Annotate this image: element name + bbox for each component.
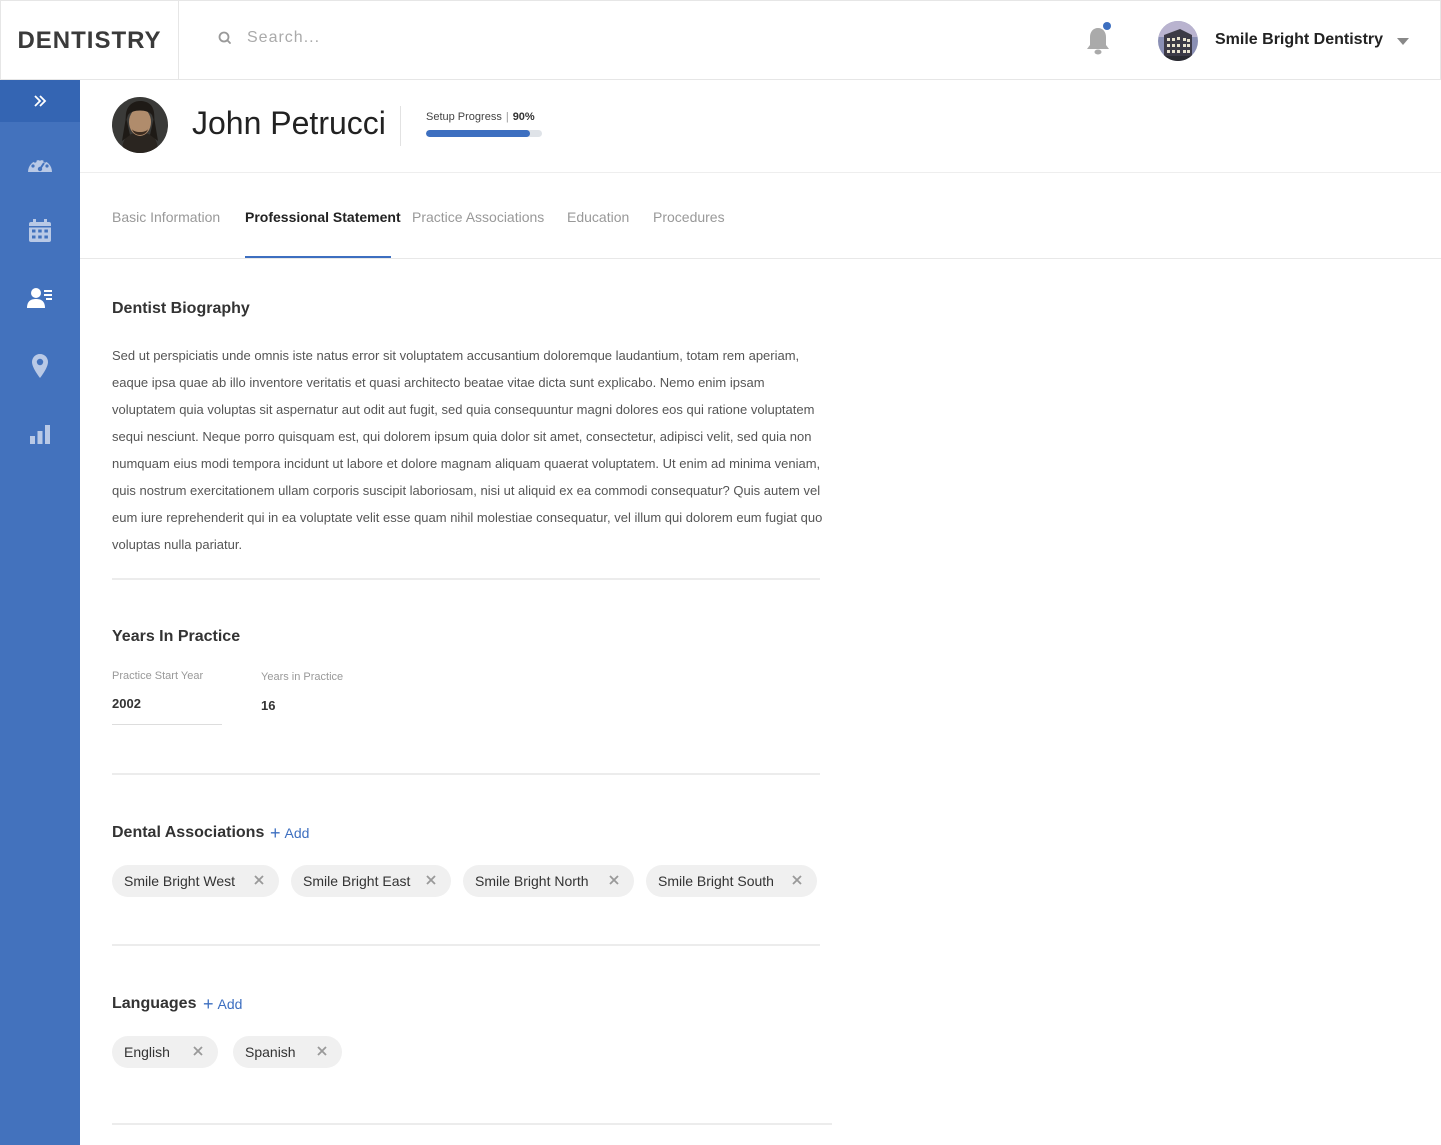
search-box[interactable] [217, 29, 547, 47]
tab-procedures[interactable]: Procedures [653, 209, 725, 225]
association-chip-label: Smile Bright North [475, 873, 589, 889]
association-chip: Smile Bright South [646, 865, 817, 897]
years-in-practice-title: Years In Practice [112, 628, 241, 645]
org-avatar[interactable] [1158, 21, 1198, 61]
association-chip: Smile Bright North [463, 865, 634, 897]
progress-separator: | [505, 111, 509, 123]
remove-icon[interactable] [253, 874, 265, 886]
profile-avatar[interactable] [112, 97, 168, 153]
location-pin-icon [32, 354, 48, 378]
association-chip-label: Smile Bright West [124, 873, 235, 889]
sidebar-item-reports[interactable] [26, 420, 54, 448]
sidebar-item-dentists[interactable] [26, 284, 54, 312]
sidebar-item-dashboard[interactable] [26, 150, 54, 178]
language-chip: English [112, 1036, 218, 1068]
sidebar-toggle-button[interactable] [0, 80, 80, 122]
setup-progress-label: Setup Progress | 90% [426, 111, 535, 123]
practice-start-year-label: Practice Start Year [112, 670, 204, 682]
progress-value: 90% [512, 111, 535, 123]
association-chip-label: Smile Bright South [658, 873, 774, 889]
chevron-down-icon[interactable] [1397, 38, 1409, 45]
section-divider [112, 944, 820, 946]
calendar-icon [29, 219, 51, 242]
languages-title: Languages [112, 995, 197, 1012]
association-chip: Smile Bright West [112, 865, 279, 897]
remove-icon[interactable] [425, 874, 437, 886]
remove-icon[interactable] [608, 874, 620, 886]
language-chip-label: Spanish [245, 1044, 296, 1060]
sidebar-item-locations[interactable] [26, 352, 54, 380]
double-chevron-right-icon [34, 95, 47, 107]
add-language-label: Add [217, 996, 243, 1012]
profile-photo [112, 97, 168, 153]
remove-icon[interactable] [316, 1045, 328, 1057]
tab-bar-divider [80, 258, 1441, 259]
search-icon [218, 31, 231, 44]
tab-education[interactable]: Education [567, 209, 629, 225]
logo[interactable]: DENTISTRY [1, 1, 179, 80]
practice-start-year-underline [112, 724, 222, 725]
language-chip-label: English [124, 1044, 170, 1060]
plus-icon: + [203, 994, 214, 1014]
years-in-practice-value: 16 [261, 698, 276, 713]
building-image [1158, 21, 1198, 61]
dental-associations-title: Dental Associations [112, 824, 265, 841]
progress-label-text: Setup Progress [426, 111, 502, 123]
search-input[interactable] [247, 29, 547, 47]
setup-progress-fill [426, 130, 531, 137]
org-name[interactable]: Smile Bright Dentistry [1215, 31, 1383, 49]
remove-icon[interactable] [791, 874, 803, 886]
language-chip: Spanish [233, 1036, 342, 1068]
tab-basic-information[interactable]: Basic Information [112, 209, 220, 225]
header-divider [400, 106, 401, 146]
add-association-label: Add [284, 825, 310, 841]
header-divider-line [80, 172, 1441, 173]
profile-name: John Petrucci [192, 105, 386, 141]
top-bar: DENTISTRY Smile Bright Dentistry [0, 0, 1441, 80]
association-chip: Smile Bright East [291, 865, 451, 897]
section-divider [112, 773, 820, 775]
years-in-practice-label: Years in Practice [261, 671, 344, 683]
setup-progress-bar [426, 130, 542, 137]
add-language-button[interactable]: + Add [203, 994, 243, 1014]
sidebar [0, 80, 80, 1145]
sidebar-item-calendar[interactable] [26, 217, 54, 245]
biography-text[interactable]: Sed ut perspiciatis unde omnis iste natu… [112, 342, 824, 558]
practice-start-year-field[interactable]: 2002 [112, 696, 141, 711]
section-divider [112, 578, 820, 580]
remove-icon[interactable] [192, 1045, 204, 1057]
plus-icon: + [270, 823, 281, 843]
user-list-icon [27, 288, 52, 308]
bar-chart-icon [30, 425, 50, 444]
logo-text: DENTISTRY [17, 26, 162, 54]
biography-title: Dentist Biography [112, 300, 250, 317]
tab-practice-associations[interactable]: Practice Associations [412, 209, 544, 225]
section-divider [112, 1123, 832, 1125]
notification-dot [1103, 22, 1111, 30]
association-chip-label: Smile Bright East [303, 873, 411, 889]
tab-professional-statement[interactable]: Professional Statement [245, 209, 401, 225]
add-association-button[interactable]: + Add [270, 823, 310, 843]
dashboard-gauge-icon [28, 157, 52, 172]
